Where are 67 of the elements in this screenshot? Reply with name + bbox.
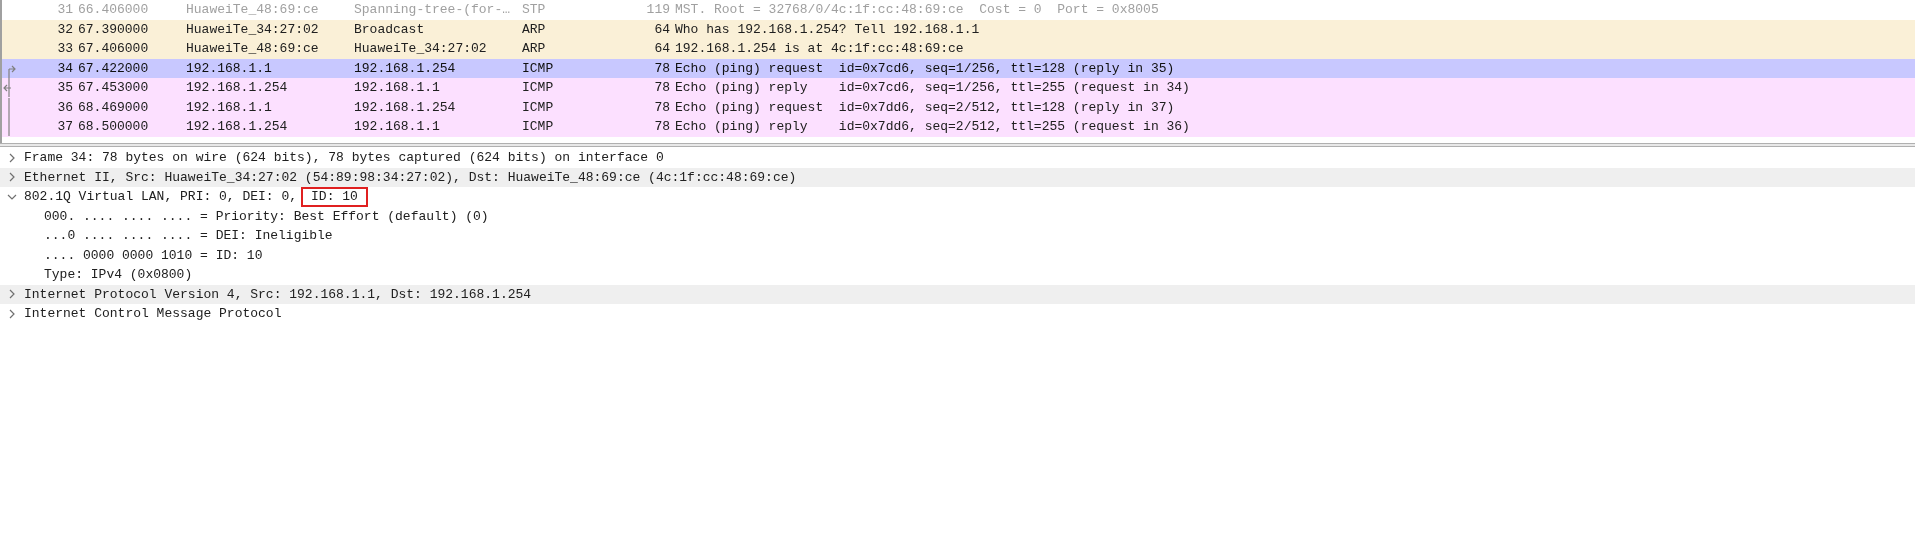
table-cell-text: 119 [645, 1, 670, 19]
table-cell-text: 67.453000 [77, 79, 150, 97]
tree-item[interactable]: ...0 .... .... .... = DEI: Ineligible [44, 226, 333, 246]
table-cell-text: 78 [653, 79, 670, 97]
table-cell-text: 192.168.1.1 [186, 59, 273, 78]
table-cell-text: 192.168.1.254 is at 4c:1f:cc:48:69:ce [674, 40, 964, 58]
table-cell-text: 34 [56, 59, 73, 78]
table-cell-text: Echo (ping) reply id=0x7cd6, seq=1/256, ttl=255 (request in 34) [674, 79, 1190, 97]
table-cell-text: HuaweiTe_48:69:ce [186, 1, 320, 19]
packet-row[interactable]: 37 68.500000 192.168.1.254 192.168.1.1 ICMP 78 Echo (ping) reply id=0x7dd6, seq=2/512, ttl=255 (request in 36) [2, 117, 1915, 137]
chevron-right-icon[interactable] [7, 152, 17, 163]
table-cell-text: 78 [653, 118, 670, 136]
table-cell-text: 192.168.1.254 [186, 79, 289, 97]
table-cell-text: ICMP [522, 98, 555, 117]
table-cell-text: ARP [522, 40, 547, 58]
table-cell-text: 78 [653, 59, 670, 78]
table-cell-text: ARP [522, 20, 547, 39]
table-cell-text: ICMP [522, 118, 555, 136]
packet-row[interactable]: 35 67.453000 192.168.1.254 192.168.1.1 ICMP 78 Echo (ping) reply id=0x7cd6, seq=1/256, ttl=255 (request in 34) [2, 78, 1915, 98]
table-cell-text: ICMP [522, 59, 555, 78]
table-cell-text: 67.390000 [77, 20, 150, 39]
packet-row[interactable]: 36 68.469000 192.168.1.1 192.168.1.254 ICMP 78 Echo (ping) request id=0x7dd6, seq=2/512, ttl=128 (reply in 37) [2, 97, 1915, 117]
table-cell-text: 192.168.1.1 [354, 79, 441, 97]
packet-row[interactable]: 34 67.422000 192.168.1.1 192.168.1.254 ICMP 78 Echo (ping) request id=0x7cd6, seq=1/256, ttl=128 (reply in 35) [2, 58, 1915, 78]
table-cell-text: 192.168.1.254 [186, 118, 289, 136]
table-cell-text: Echo (ping) request id=0x7dd6, seq=2/512, ttl=128 (reply in 37) [674, 98, 1175, 117]
chevron-right-icon[interactable] [7, 289, 17, 300]
table-cell-text: 31 [56, 1, 73, 19]
chevron-right-icon[interactable] [7, 172, 17, 183]
table-cell-text: HuaweiTe_48:69:ce [186, 40, 320, 58]
tree-item[interactable]: 000. .... .... .... = Priority: Best Effort (default) (0) [44, 206, 489, 226]
table-cell-text: 67.422000 [77, 59, 150, 78]
table-cell-text: HuaweiTe_34:27:02 [186, 20, 320, 39]
tree-item[interactable]: Type: IPv4 (0x0800) [44, 265, 193, 285]
table-cell-text: Who has 192.168.1.254? Tell 192.168.1.1 [674, 20, 980, 39]
tree-item[interactable]: .... 0000 0000 1010 = ID: 10 [44, 245, 263, 265]
table-cell-text: 66.406000 [77, 1, 150, 19]
packet-row[interactable]: 32 67.390000 HuaweiTe_34:27:02 Broadcast ARP 64 Who has 192.168.1.254? Tell 192.168.1.1 [2, 19, 1915, 39]
chevron-right-icon[interactable] [7, 308, 17, 319]
table-cell-text: 33 [56, 40, 73, 58]
table-cell-text: 192.168.1.254 [354, 98, 457, 117]
table-cell-text: 192.168.1.1 [186, 98, 273, 117]
table-cell-text: Broadcast [354, 20, 426, 39]
table-cell-text: 32 [56, 20, 73, 39]
table-cell-text: Spanning-tree-(for-… [354, 1, 512, 19]
table-cell-text: 192.168.1.1 [354, 118, 441, 136]
highlighted-text: ID: 10 [301, 186, 368, 207]
table-cell-text: ICMP [522, 79, 555, 97]
tree-item[interactable]: Frame 34: 78 bytes on wire (624 bits), 78 bytes captured (624 bits) on interface 0 [24, 148, 664, 168]
table-cell-text: 192.168.1.254 [354, 59, 457, 78]
table-cell-text: 64 [653, 40, 670, 58]
table-cell-text: 35 [56, 79, 73, 97]
table-cell-text: 68.469000 [77, 98, 150, 117]
table-cell-text: HuaweiTe_34:27:02 [354, 40, 488, 58]
table-cell-text: 37 [56, 118, 73, 136]
tree-item[interactable]: 802.1Q Virtual LAN, PRI: 0, DEI: 0, [24, 187, 298, 207]
table-cell-text: 67.406000 [77, 40, 150, 58]
table-cell-text: Echo (ping) reply id=0x7dd6, seq=2/512, ttl=255 (request in 36) [674, 118, 1190, 136]
table-cell-text: STP [522, 1, 547, 19]
table-cell-text: MST. Root = 32768/0/4c:1f:cc:48:69:ce Cost = 0 Port = 0x8005 [674, 1, 1159, 19]
table-cell-text: 36 [56, 98, 73, 117]
tree-item[interactable]: Internet Control Message Protocol [24, 304, 282, 324]
packet-row[interactable]: 33 67.406000 HuaweiTe_48:69:ce HuaweiTe_34:27:02 ARP 64 192.168.1.254 is at 4c:1f:cc:48:69:ce [2, 39, 1915, 59]
table-cell-text: 64 [653, 20, 670, 39]
table-cell-text: 68.500000 [77, 118, 150, 136]
table-cell-text: 78 [653, 98, 670, 117]
table-cell-text: Echo (ping) request id=0x7cd6, seq=1/256, ttl=128 (reply in 35) [674, 59, 1175, 78]
